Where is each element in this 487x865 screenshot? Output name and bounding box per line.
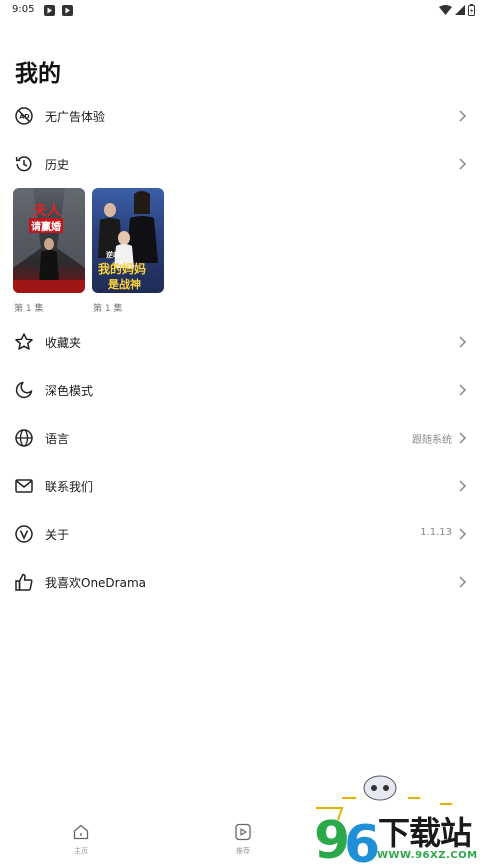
mail-icon <box>15 479 33 493</box>
menu-like[interactable]: 我喜欢OneDrama <box>0 560 487 606</box>
nav-home[interactable]: 主页 <box>61 823 101 856</box>
menu-label: 收藏夹 <box>45 336 82 350</box>
status-bar: 9:05 <box>0 0 487 22</box>
app-notification-icon <box>44 5 55 16</box>
watermark-domain: WWW.96XZ.COM <box>377 850 478 861</box>
play-icon <box>235 823 251 841</box>
history-card[interactable]: 夫人 请赢婚 第 1 集 <box>13 188 85 314</box>
watermark-text: 下载站 <box>378 814 472 852</box>
menu-no-ads[interactable]: AD 无广告体验 <box>0 94 487 140</box>
page-title: 我的 <box>15 61 61 87</box>
menu-contact[interactable]: 联系我们 <box>0 464 487 510</box>
menu-label: 深色模式 <box>45 384 94 398</box>
drama-poster[interactable]: 逆袭 我的妈妈 是战神 <box>92 188 164 293</box>
menu-label: 联系我们 <box>45 480 94 494</box>
watermark-logo: 9 6 下载站 WWW.96XZ.COM <box>312 770 487 865</box>
chevron-right-icon <box>459 480 467 492</box>
app-notification-icon <box>62 5 73 16</box>
history-icon <box>15 156 32 172</box>
nav-label: 推荐 <box>236 847 250 855</box>
menu-label: 历史 <box>45 158 70 172</box>
moon-icon <box>15 381 33 399</box>
chevron-right-icon <box>459 158 467 170</box>
menu-language[interactable]: 语言 跟随系统 <box>0 416 487 462</box>
history-list: 夫人 请赢婚 第 1 集 逆袭 我的妈妈 是战神 第 1 集 <box>13 188 164 314</box>
chevron-right-icon <box>459 336 467 348</box>
menu-label: 语言 <box>45 432 70 446</box>
svg-text:6: 6 <box>344 815 380 865</box>
wifi-icon <box>439 5 452 15</box>
battery-icon <box>468 4 475 16</box>
thumbs-up-icon <box>15 573 33 591</box>
menu-label: 关于 <box>45 528 70 542</box>
chevron-right-icon <box>459 528 467 540</box>
drama-poster[interactable]: 夫人 请赢婚 <box>13 188 85 293</box>
menu-dark-mode[interactable]: 深色模式 <box>0 368 487 414</box>
home-icon <box>73 824 89 840</box>
episode-label: 第 1 集 <box>14 304 44 314</box>
version-value: 1.1.13 <box>420 527 452 538</box>
poster-title: 夫人 <box>33 203 61 219</box>
no-ads-icon: AD <box>15 107 33 125</box>
menu-label: 我喜欢OneDrama <box>45 576 147 590</box>
chevron-right-icon <box>459 110 467 122</box>
menu-label: 无广告体验 <box>45 110 106 124</box>
nav-label: 主页 <box>74 847 88 855</box>
star-icon <box>15 333 33 350</box>
poster-tag: 逆袭 <box>106 251 120 259</box>
episode-label: 第 1 集 <box>93 304 123 314</box>
poster-title: 我的妈妈 <box>98 262 147 276</box>
menu-history[interactable]: 历史 <box>0 142 487 188</box>
svg-text:AD: AD <box>19 113 30 121</box>
chevron-right-icon <box>459 384 467 396</box>
status-time: 9:05 <box>12 4 35 15</box>
poster-title: 请赢婚 <box>29 218 63 233</box>
globe-icon <box>15 429 33 447</box>
history-card[interactable]: 逆袭 我的妈妈 是战神 第 1 集 <box>92 188 164 314</box>
signal-icon <box>455 5 465 15</box>
menu-about[interactable]: 关于 1.1.13 <box>0 512 487 558</box>
poster-title: 是战神 <box>108 278 141 291</box>
chevron-right-icon <box>459 576 467 588</box>
version-icon <box>15 525 33 543</box>
chevron-right-icon <box>459 432 467 444</box>
nav-recommend[interactable]: 推荐 <box>223 823 263 856</box>
language-value: 跟随系统 <box>412 435 452 446</box>
menu-favorites[interactable]: 收藏夹 <box>0 320 487 366</box>
